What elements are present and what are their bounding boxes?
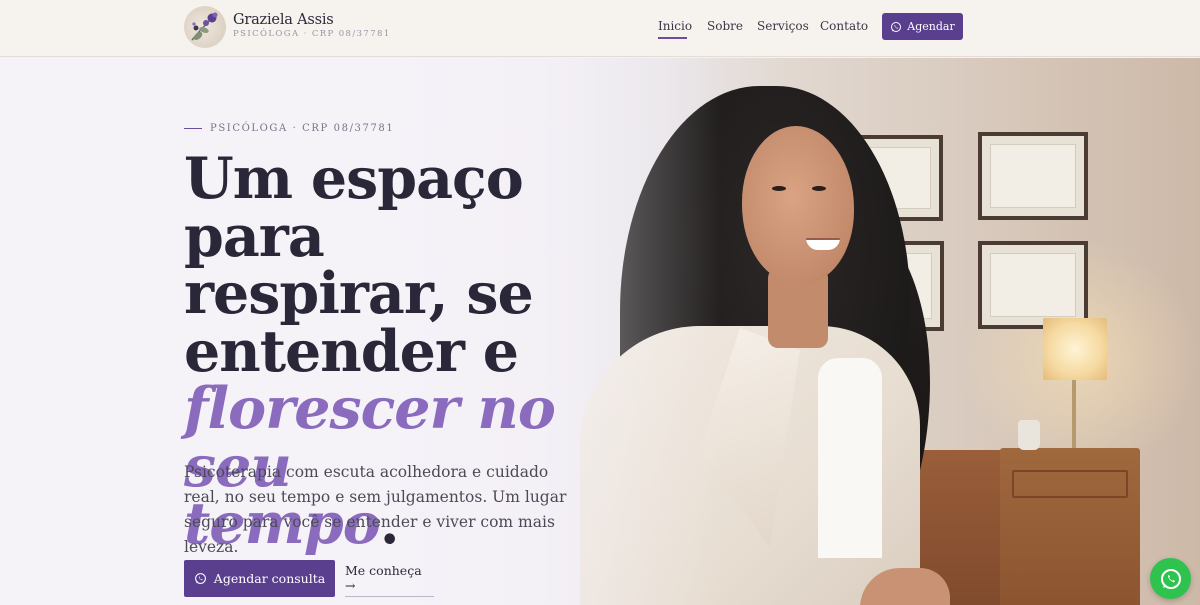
vase	[1018, 420, 1040, 450]
schedule-consultation-label: Agendar consulta	[213, 571, 326, 586]
brand-subtitle: PSICÓLOGA · CRP 08/37781	[233, 29, 391, 39]
hero-eyebrow-text: PSICÓLOGA · CRP 08/37781	[210, 123, 395, 134]
about-me-link[interactable]: Me conheça →	[345, 560, 434, 597]
hero-lead: Psicoterapia com escuta acolhedora e cui…	[184, 463, 567, 556]
nav-link-contato[interactable]: Contato	[820, 19, 868, 33]
whatsapp-icon	[1160, 568, 1181, 589]
whatsapp-float-button[interactable]	[1150, 558, 1191, 599]
portrait-top	[818, 358, 882, 558]
nav-link-sobre[interactable]: Sobre	[707, 19, 743, 33]
nav-active-indicator	[658, 37, 687, 39]
nav-link-inicio[interactable]: Inicio	[658, 19, 692, 33]
lamp	[1043, 318, 1107, 380]
diploma-frame	[978, 241, 1088, 329]
flower-logo-icon[interactable]	[184, 6, 226, 48]
schedule-consultation-button[interactable]: Agendar consulta	[184, 560, 335, 597]
hero-eyebrow: PSICÓLOGA · CRP 08/37781	[184, 123, 394, 134]
nav-link-servicos[interactable]: Serviços	[757, 19, 809, 33]
desk-drawer	[1012, 470, 1128, 498]
diploma-frame	[978, 132, 1088, 220]
header-schedule-button[interactable]: Agendar	[882, 13, 963, 40]
whatsapp-icon	[891, 21, 902, 32]
portrait-face	[742, 126, 854, 284]
header-schedule-label: Agendar	[907, 20, 955, 33]
portrait-eye	[772, 186, 786, 191]
whatsapp-icon	[194, 573, 206, 584]
portrait-eye	[812, 186, 826, 191]
brand-name: Graziela Assis	[233, 12, 334, 28]
headline-line-1: Um espaço para	[184, 145, 524, 270]
lamp-stem	[1072, 380, 1076, 450]
site-header: Graziela Assis PSICÓLOGA · CRP 08/37781 …	[0, 0, 1200, 57]
eyebrow-line	[184, 128, 202, 129]
